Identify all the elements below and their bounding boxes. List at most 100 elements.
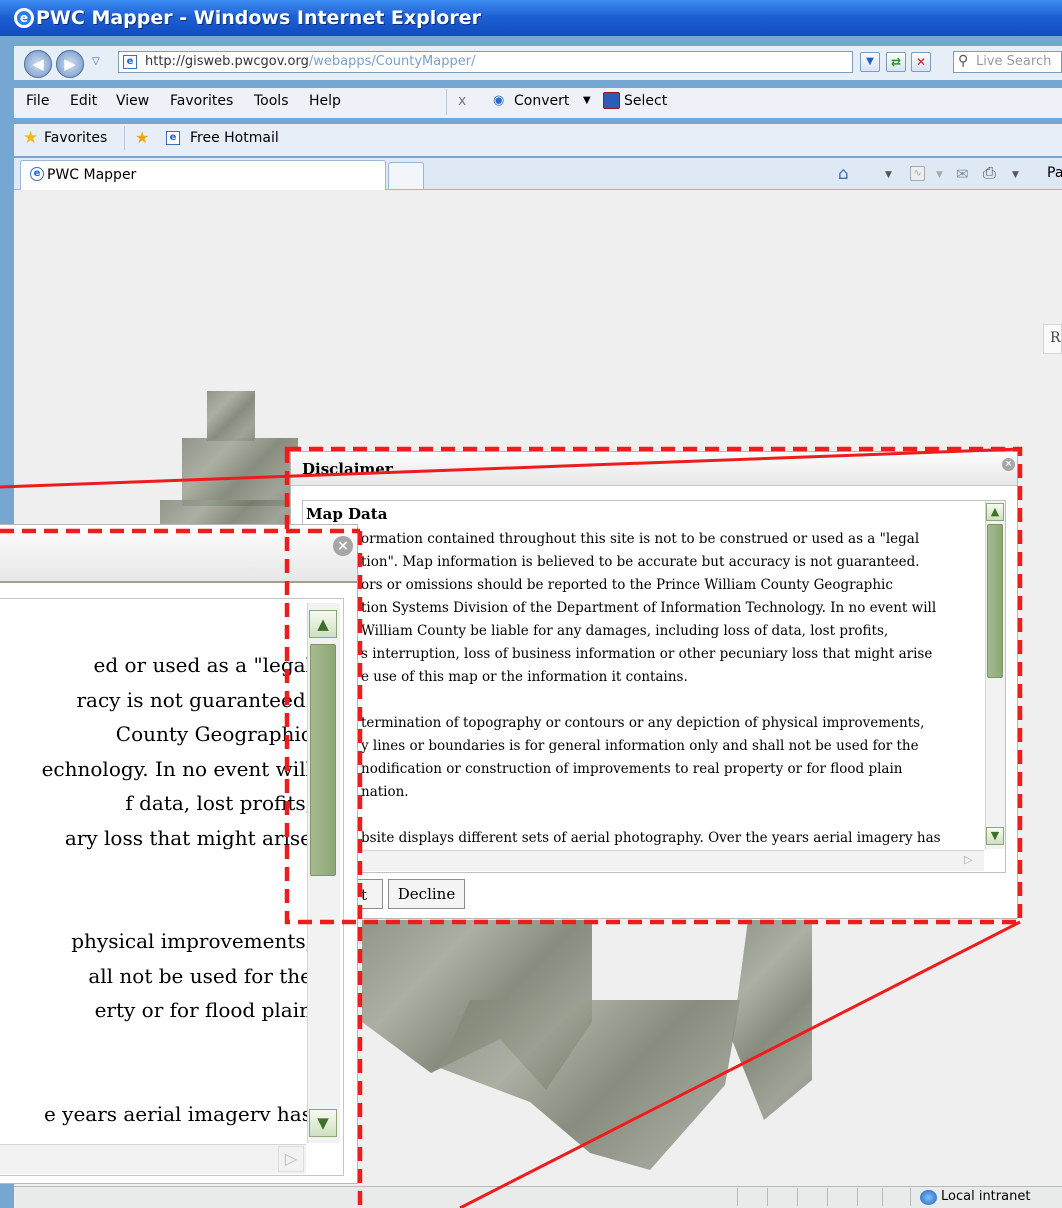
convert-icon: ◉: [493, 93, 505, 108]
text-line: tion Systems Division of the Department …: [361, 600, 937, 616]
accept-button[interactable]: t: [355, 879, 383, 909]
aerial-tile: [207, 391, 255, 441]
refresh-icon[interactable]: ⇄: [886, 52, 906, 72]
stop-icon[interactable]: ✕: [911, 52, 931, 72]
window-title: PWC Mapper - Windows Internet Explorer: [36, 7, 481, 29]
status-divider: [882, 1188, 883, 1206]
favorites-button[interactable]: Favorites: [44, 130, 107, 146]
page-icon: e: [123, 55, 137, 69]
url-domain: http://gisweb.pwcgov.org: [145, 54, 309, 69]
convert-button[interactable]: Convert: [514, 93, 569, 109]
text-line: ormation contained throughout this site …: [361, 531, 920, 547]
text-line: physical improvements,: [71, 929, 312, 953]
zoom-dialog-header: [0, 525, 357, 583]
dialog-hscrollbar[interactable]: [362, 850, 984, 871]
print-icon[interactable]: ⎙: [983, 163, 996, 183]
text-line: [361, 804, 981, 827]
page-menu-button[interactable]: Pa: [1047, 165, 1062, 181]
back-button[interactable]: ◀: [24, 50, 52, 78]
status-divider: [857, 1188, 858, 1206]
zoom-scroll-thumb: [310, 644, 336, 876]
aerial-tile: [182, 438, 298, 506]
mail-icon[interactable]: ✉: [956, 165, 969, 183]
text-line: termination of topography or contours or…: [361, 715, 925, 731]
text-line: nation.: [361, 784, 409, 800]
status-divider: [797, 1188, 798, 1206]
text-line: ors or omissions should be reported to t…: [361, 577, 893, 593]
scroll-thumb[interactable]: [987, 524, 1003, 678]
menu-view[interactable]: View: [116, 93, 149, 109]
hotmail-icon: e: [166, 131, 180, 145]
text-line: County Geographic: [115, 722, 312, 746]
text-line: y lines or boundaries is for general inf…: [361, 738, 919, 754]
text-line: e use of this map or the information it …: [361, 669, 688, 685]
add-favorite-icon[interactable]: ★: [135, 128, 149, 147]
text-line: tion". Map information is believed to be…: [361, 554, 920, 570]
dialog-close-icon[interactable]: ×: [1002, 458, 1015, 471]
status-divider: [827, 1188, 828, 1206]
scroll-down-icon[interactable]: ▼: [986, 827, 1004, 845]
text-line: ary loss that might arise: [64, 825, 312, 850]
window-titlebar: e PWC Mapper - Windows Internet Explorer: [0, 0, 1062, 36]
favorites-divider: [124, 126, 125, 150]
zoom-close-icon: ×: [333, 536, 353, 556]
section-heading: Map Data: [306, 505, 388, 523]
ie-logo-icon: e: [14, 8, 34, 28]
scroll-right-icon[interactable]: ▷: [964, 853, 972, 866]
text-line: [0, 1062, 312, 1097]
status-divider: [910, 1188, 911, 1206]
decline-button[interactable]: Decline: [388, 879, 465, 909]
history-dropdown-icon[interactable]: ▽: [92, 56, 100, 67]
text-line: f data, lost profits,: [125, 791, 312, 815]
search-input[interactable]: Live Search: [953, 51, 1062, 73]
status-bar: [14, 1186, 1062, 1208]
menu-favorites[interactable]: Favorites: [170, 93, 233, 109]
text-line: racy is not guaranteed.: [76, 687, 312, 712]
new-tab-button[interactable]: [388, 162, 424, 189]
text-line: echnology. In no event will: [41, 756, 312, 781]
convert-dropdown-icon[interactable]: ▼: [583, 95, 591, 106]
text-line: erty or for flood plain: [94, 998, 312, 1022]
dialog-header: [291, 452, 1017, 486]
home-icon[interactable]: ⌂: [838, 164, 849, 184]
menu-tools[interactable]: Tools: [254, 93, 289, 109]
menu-help[interactable]: Help: [309, 93, 341, 109]
side-panel-tab[interactable]: R: [1043, 324, 1062, 354]
text-line: [0, 1028, 312, 1063]
select-icon: [603, 92, 620, 109]
close-toolbar-icon[interactable]: x: [458, 93, 466, 109]
text-line: all not be used for the: [88, 963, 312, 988]
zoom-scroll-right-icon: ▷: [278, 1146, 304, 1172]
zoom-hscrollbar: [0, 1144, 306, 1174]
text-line: nodification or construction of improvem…: [361, 761, 903, 777]
favorites-star-icon: ★: [23, 128, 39, 148]
menu-file[interactable]: File: [26, 93, 49, 109]
status-divider: [767, 1188, 768, 1206]
text-line: ed or used as a "legal: [93, 653, 312, 677]
print-dropdown-icon[interactable]: ▼: [1012, 170, 1019, 180]
zone-label: Local intranet: [941, 1189, 1031, 1204]
menu-edit[interactable]: Edit: [70, 93, 97, 109]
menu-divider: [446, 89, 447, 115]
text-line: [0, 890, 312, 925]
text-line: [361, 689, 981, 712]
status-divider: [737, 1188, 738, 1206]
text-line: bsite displays different sets of aerial …: [361, 830, 941, 846]
zoom-body: ed or used as a "legal racy is not guaran…: [0, 648, 312, 1158]
select-button[interactable]: Select: [624, 93, 667, 109]
url-path: /webapps/CountyMapper/: [308, 54, 476, 69]
text-line: s interruption, loss of business informa…: [361, 646, 933, 662]
forward-button[interactable]: ▶: [56, 50, 84, 78]
hotmail-link[interactable]: Free Hotmail: [190, 130, 279, 146]
text-line: William County be liable for any damages…: [361, 623, 889, 639]
scroll-up-icon[interactable]: ▲: [986, 503, 1004, 521]
tab-pwc-mapper[interactable]: PWC Mapper: [20, 160, 386, 190]
url-dropdown-icon[interactable]: ▼: [860, 52, 880, 72]
zoom-scroll-up-icon: ▲: [309, 610, 337, 638]
home-dropdown-icon[interactable]: ▼: [885, 170, 892, 180]
feeds-icon[interactable]: ∿: [910, 166, 925, 181]
text-line: e years aerial imagerv has: [43, 1101, 312, 1126]
feeds-dropdown-icon[interactable]: ▼: [936, 170, 943, 180]
intranet-globe-icon: [920, 1190, 937, 1205]
url-input[interactable]: http://gisweb.pwcgov.org/webapps/CountyM…: [118, 51, 853, 73]
